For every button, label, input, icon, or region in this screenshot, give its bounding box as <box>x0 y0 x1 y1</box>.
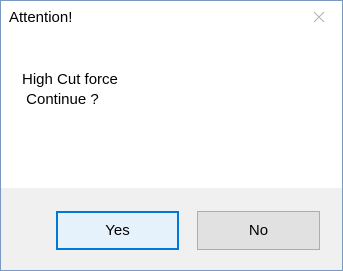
dialog-content <box>1 32 342 188</box>
message-line-2: Continue ? <box>22 91 99 108</box>
no-button[interactable]: No <box>197 211 320 250</box>
dialog-message: High Cut force Continue ? <box>22 70 118 110</box>
message-dialog: Attention! High Cut force Continue ? Yes… <box>0 0 343 271</box>
close-button[interactable] <box>296 1 342 32</box>
button-bar: Yes No <box>1 188 342 270</box>
yes-button[interactable]: Yes <box>56 211 179 250</box>
message-line-1: High Cut force <box>22 71 118 88</box>
close-icon <box>313 11 325 23</box>
title-bar[interactable]: Attention! <box>1 1 342 32</box>
dialog-title: Attention! <box>9 9 73 26</box>
